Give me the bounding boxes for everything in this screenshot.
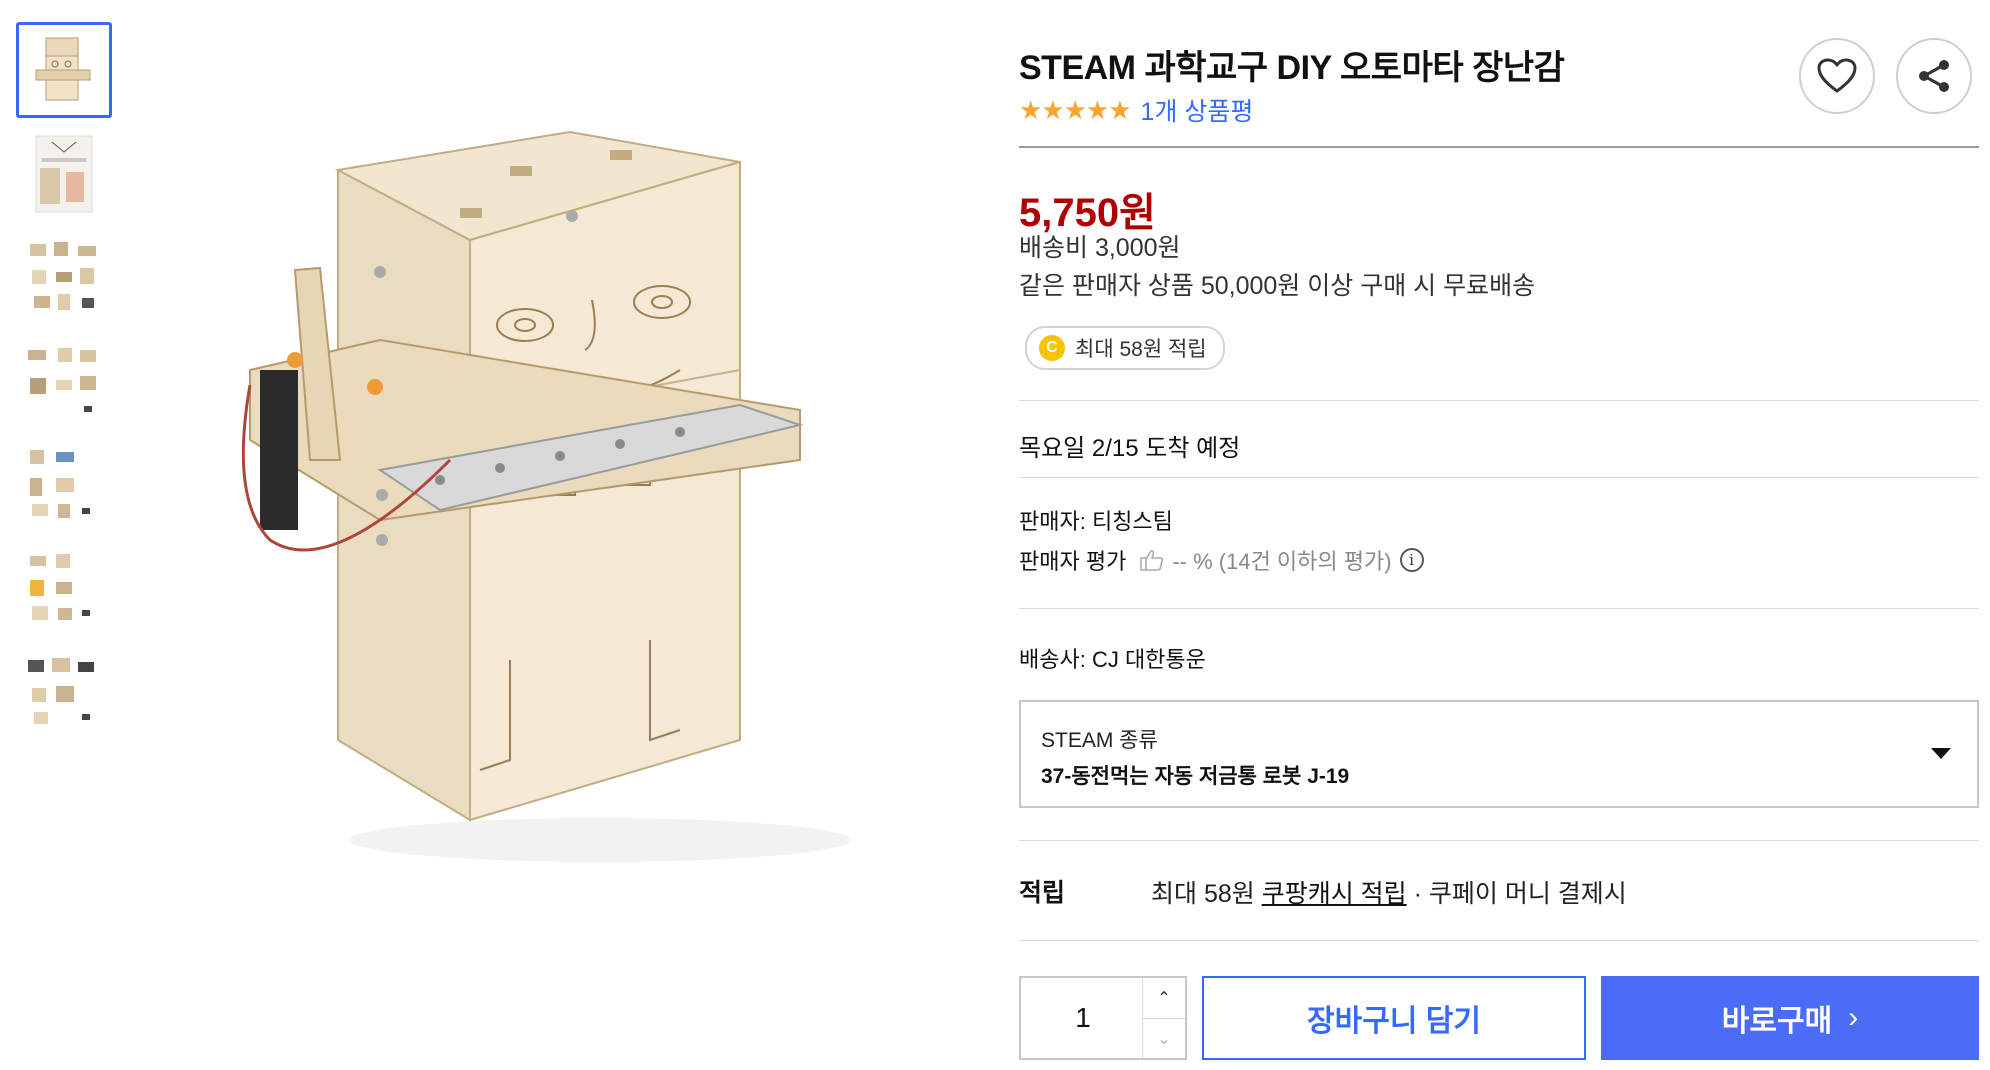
- thumbnail-list: [16, 22, 116, 750]
- thumbnail-7[interactable]: [16, 646, 112, 742]
- review-count-link[interactable]: 1개 상품평: [1141, 92, 1254, 128]
- wishlist-button[interactable]: [1799, 38, 1875, 114]
- cash-reward-text: 최대 58원 적립: [1075, 338, 1207, 361]
- thumbnail-5[interactable]: [16, 438, 112, 534]
- divider: [1019, 146, 1979, 148]
- heart-icon: [1817, 58, 1857, 93]
- option-selected-value: 37-동전먹는 자동 저금통 로봇 J-19: [1041, 765, 1350, 788]
- kit-collection-thumbnail: [30, 242, 96, 310]
- thumbnail-1[interactable]: [16, 22, 112, 118]
- share-icon: [1919, 60, 1949, 92]
- product-info-panel: STEAM 과학교구 DIY 오토마타 장난감 ★★★★★ 1개 상품평 5,7…: [1019, 0, 1979, 1070]
- option-dropdown[interactable]: STEAM 종류 37-동전먹는 자동 저금통 로봇 J-19: [1019, 700, 1979, 808]
- divider: [1019, 400, 1979, 401]
- divider: [1019, 840, 1979, 841]
- points-suffix: · 쿠페이 머니 결제시: [1406, 880, 1627, 908]
- buy-now-label: 바로구매: [1721, 1005, 1833, 1038]
- quantity-input[interactable]: 1: [1021, 978, 1145, 1058]
- coupang-cash-icon: C: [1039, 335, 1065, 361]
- thumbnail-3[interactable]: [16, 230, 112, 326]
- divider: [1019, 477, 1979, 478]
- quantity-increase-button[interactable]: ⌃: [1143, 978, 1185, 1019]
- carrier-info: 배송사: CJ 대한통운: [1019, 647, 1206, 672]
- buy-now-button[interactable]: 바로구매 ›: [1601, 976, 1979, 1060]
- seller-rating-value: -- % (14건 이하의 평가): [1172, 549, 1392, 574]
- divider: [1019, 608, 1979, 609]
- product-manual-thumbnail: [35, 135, 93, 213]
- points-info: 최대 58원 쿠팡캐시 적립 · 쿠페이 머니 결제시: [1151, 874, 1627, 910]
- cash-reward-badge: C 최대 58원 적립: [1025, 326, 1225, 370]
- automata-robot-illustration: [241, 130, 850, 862]
- chevron-right-icon: ›: [1848, 1001, 1859, 1034]
- rating-row: ★★★★★ 1개 상품평: [1019, 92, 1253, 128]
- kit-collection-thumbnail: [28, 348, 96, 412]
- thumbs-up-icon: [1140, 550, 1164, 571]
- delivery-suffix: 도착 예정: [1138, 435, 1241, 462]
- share-button[interactable]: [1896, 38, 1972, 114]
- divider: [1019, 940, 1979, 941]
- product-thumbnail-image: [35, 37, 91, 101]
- thumbnail-4[interactable]: [16, 334, 112, 430]
- points-prefix: 최대 58원: [1151, 880, 1262, 908]
- add-to-cart-button[interactable]: 장바구니 담기: [1202, 976, 1586, 1060]
- kit-collection-thumbnail: [28, 658, 94, 724]
- thumbnail-2[interactable]: [16, 126, 112, 222]
- quantity-stepper: 1 ⌃ ⌄: [1019, 976, 1187, 1060]
- star-rating: ★★★★★: [1019, 94, 1132, 125]
- coupang-cash-link[interactable]: 쿠팡캐시 적립: [1262, 880, 1407, 908]
- seller-rating-label: 판매자 평가: [1019, 549, 1127, 574]
- seller-name: 판매자: 티칭스팀: [1019, 509, 1173, 534]
- product-main-image[interactable]: [180, 40, 980, 940]
- seller-rating-value-wrap: -- % (14건 이하의 평가): [1138, 544, 1392, 576]
- info-icon[interactable]: i: [1399, 548, 1424, 572]
- delivery-estimate: 목요일 2/15 도착 예정: [1019, 428, 1240, 463]
- delivery-date: 목요일 2/15: [1019, 435, 1139, 462]
- free-shipping-note: 같은 판매자 상품 50,000원 이상 구매 시 무료배송: [1019, 272, 1536, 300]
- points-label: 적립: [1019, 879, 1066, 907]
- quantity-decrease-button[interactable]: ⌄: [1143, 1019, 1185, 1059]
- quantity-arrows: ⌃ ⌄: [1142, 978, 1185, 1058]
- kit-collection-thumbnail: [30, 554, 90, 620]
- product-title: STEAM 과학교구 DIY 오토마타 장난감: [1019, 49, 1565, 87]
- kit-collection-thumbnail: [30, 450, 90, 518]
- shipping-fee: 배송비 3,000원: [1019, 234, 1181, 262]
- option-label: STEAM 종류: [1041, 729, 1158, 752]
- chevron-down-icon: [1931, 748, 1951, 759]
- thumbnail-6[interactable]: [16, 542, 112, 638]
- seller-rating-row: 판매자 평가 -- % (14건 이하의 평가) i: [1019, 544, 1424, 576]
